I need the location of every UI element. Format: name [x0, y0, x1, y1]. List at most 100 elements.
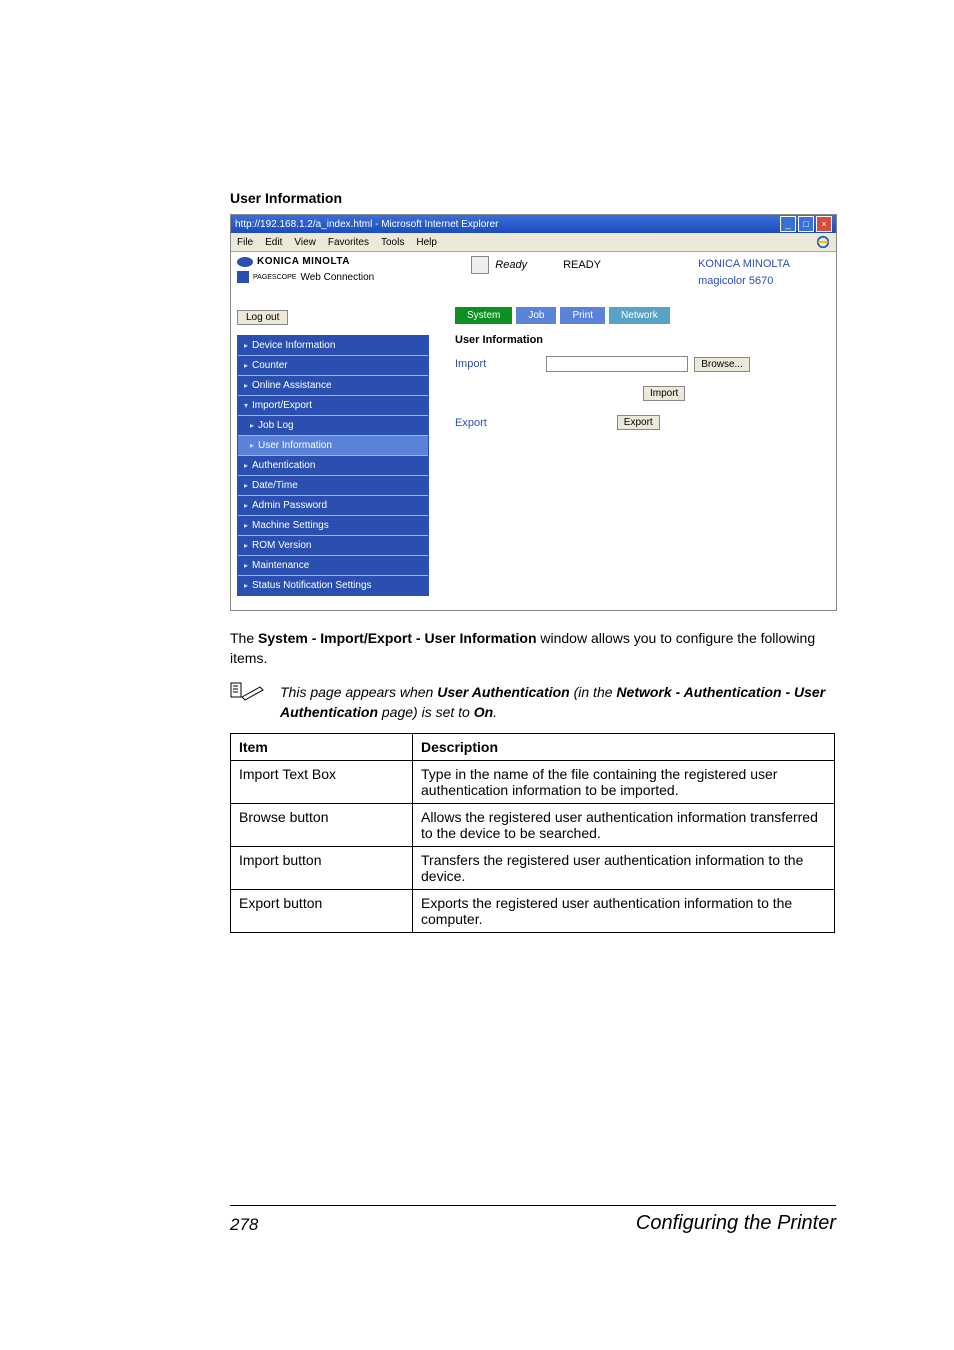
- page-header: KONICA MINOLTA PAGESCOPE Web Connection …: [237, 256, 830, 289]
- table-row: Import button Transfers the registered u…: [231, 846, 835, 889]
- th-description: Description: [413, 733, 835, 760]
- sidebar-item-device-information[interactable]: ▸Device Information: [238, 336, 428, 356]
- sidebar-item-label: User Information: [258, 440, 332, 451]
- status-center: Ready READY: [471, 256, 601, 274]
- cell-desc: Type in the name of the file containing …: [413, 760, 835, 803]
- import-file-input[interactable]: [546, 356, 688, 372]
- close-icon[interactable]: ×: [816, 216, 832, 232]
- sidebar-item-job-log[interactable]: ▸ Job Log: [238, 416, 428, 436]
- pagescope-suffix: Web Connection: [300, 272, 374, 283]
- tab-job[interactable]: Job: [516, 307, 556, 324]
- ie-throbber-icon: [816, 235, 830, 249]
- menu-favorites[interactable]: Favorites: [328, 237, 369, 248]
- sidebar-item-admin-password[interactable]: ▸Admin Password: [238, 496, 428, 516]
- printer-icon: [471, 256, 489, 274]
- brand-block: KONICA MINOLTA PAGESCOPE Web Connection: [237, 256, 374, 283]
- export-row: Export Export: [455, 415, 830, 430]
- note-pre: This page appears when: [280, 684, 437, 700]
- caret-icon: ▸: [250, 421, 254, 430]
- caret-icon: ▸: [244, 361, 248, 370]
- caret-down-icon: ▾: [244, 401, 248, 410]
- sidebar-item-online-assistance[interactable]: ▸ Online Assistance: [238, 376, 428, 396]
- pane-title: User Information: [455, 334, 830, 346]
- note-mid-1: (in the: [570, 684, 617, 700]
- sidebar-nav: ▸Device Information ▸ Counter ▸ Online Ass…: [237, 335, 429, 596]
- sidebar-item-label: Counter: [252, 360, 288, 371]
- menu-edit[interactable]: Edit: [265, 237, 282, 248]
- window-title: http://192.168.1.2/a_index.html - Micros…: [235, 219, 498, 230]
- caret-icon: ▸: [244, 521, 248, 530]
- page-content: KONICA MINOLTA PAGESCOPE Web Connection …: [231, 252, 836, 610]
- pagescope-icon: [237, 271, 249, 283]
- caret-icon: ▸: [250, 441, 254, 450]
- sidebar-item-label: Online Assistance: [252, 380, 332, 391]
- note-mid-2: page) is set to: [378, 704, 474, 720]
- cell-item: Browse button: [231, 803, 413, 846]
- screenshot-window: http://192.168.1.2/a_index.html - Micros…: [230, 214, 837, 611]
- sidebar-item-maintenance[interactable]: ▸ Maintenance: [238, 556, 428, 576]
- window-controls: _ □ ×: [780, 216, 832, 232]
- tab-system[interactable]: System: [455, 307, 512, 324]
- menu-file[interactable]: File: [237, 237, 253, 248]
- note-icon: [230, 682, 264, 702]
- page-footer: 278 Configuring the Printer: [230, 1205, 836, 1235]
- menu-tools[interactable]: Tools: [381, 237, 404, 248]
- sidebar-item-label: ROM Version: [252, 540, 311, 551]
- sidebar-item-label: Authentication: [252, 460, 315, 471]
- main-pane: System Job Print Network User Informatio…: [429, 307, 830, 596]
- brand-logo-icon: [237, 257, 253, 267]
- logout-button[interactable]: Log out: [237, 310, 288, 325]
- caret-icon: ▸: [244, 561, 248, 570]
- menu-help[interactable]: Help: [416, 237, 437, 248]
- import-label: Import: [455, 358, 486, 370]
- cell-desc: Transfers the registered user authentica…: [413, 846, 835, 889]
- browser-menu-bar: File Edit View Favorites Tools Help: [231, 233, 836, 252]
- tab-network[interactable]: Network: [609, 307, 670, 324]
- import-btn-row: Import: [455, 386, 830, 401]
- body-text-bold: System - Import/Export - User Informatio…: [258, 630, 536, 646]
- cell-item: Export button: [231, 889, 413, 932]
- note-block: This page appears when User Authenticati…: [230, 682, 835, 723]
- body-paragraph: The System - Import/Export - User Inform…: [230, 629, 835, 668]
- body-text-pre: The: [230, 630, 258, 646]
- cell-desc: Allows the registered user authenticatio…: [413, 803, 835, 846]
- caret-icon: ▸: [244, 381, 248, 390]
- model-brand: KONICA MINOLTA: [698, 256, 790, 273]
- sidebar-item-user-information[interactable]: ▸ User Information: [238, 436, 428, 456]
- caret-icon: ▸: [244, 541, 248, 550]
- export-button[interactable]: Export: [617, 415, 660, 430]
- note-bold-3: On: [474, 704, 493, 720]
- table-header-row: Item Description: [231, 733, 835, 760]
- caret-icon: ▸: [244, 341, 248, 350]
- model-name: magicolor 5670: [698, 273, 790, 290]
- note-post: .: [493, 704, 497, 720]
- minimize-icon[interactable]: _: [780, 216, 796, 232]
- sidebar-item-label: Machine Settings: [252, 520, 329, 531]
- sidebar-item-authentication[interactable]: ▸ Authentication: [238, 456, 428, 476]
- sidebar-item-label: Date/Time: [252, 480, 298, 491]
- sidebar: Log out ▸Device Information ▸ Counter ▸ On…: [237, 307, 429, 596]
- th-item: Item: [231, 733, 413, 760]
- browse-button[interactable]: Browse...: [694, 357, 750, 372]
- import-button[interactable]: Import: [643, 386, 685, 401]
- sidebar-item-machine-settings[interactable]: ▸ Machine Settings: [238, 516, 428, 536]
- brand-name: KONICA MINOLTA: [257, 256, 350, 267]
- footer-section-title: Configuring the Printer: [636, 1212, 836, 1235]
- tab-print[interactable]: Print: [560, 307, 605, 324]
- sidebar-item-date-time[interactable]: ▸Date/Time: [238, 476, 428, 496]
- sidebar-item-label: Job Log: [258, 420, 294, 431]
- sidebar-item-status-notification[interactable]: ▸Status Notification Settings: [238, 576, 428, 595]
- import-row: Import Browse...: [455, 356, 830, 372]
- sidebar-item-label: Maintenance: [252, 560, 309, 571]
- caret-icon: ▸: [244, 501, 248, 510]
- caret-icon: ▸: [244, 461, 248, 470]
- export-label: Export: [455, 417, 487, 429]
- pagescope-prefix: PAGESCOPE: [253, 274, 296, 281]
- sidebar-item-rom-version[interactable]: ▸ ROM Version: [238, 536, 428, 556]
- sidebar-item-import-export[interactable]: ▾Import/Export: [238, 396, 428, 416]
- maximize-icon[interactable]: □: [798, 216, 814, 232]
- sidebar-item-counter[interactable]: ▸ Counter: [238, 356, 428, 376]
- status-big: READY: [563, 259, 601, 271]
- menu-view[interactable]: View: [294, 237, 316, 248]
- caret-icon: ▸: [244, 581, 248, 590]
